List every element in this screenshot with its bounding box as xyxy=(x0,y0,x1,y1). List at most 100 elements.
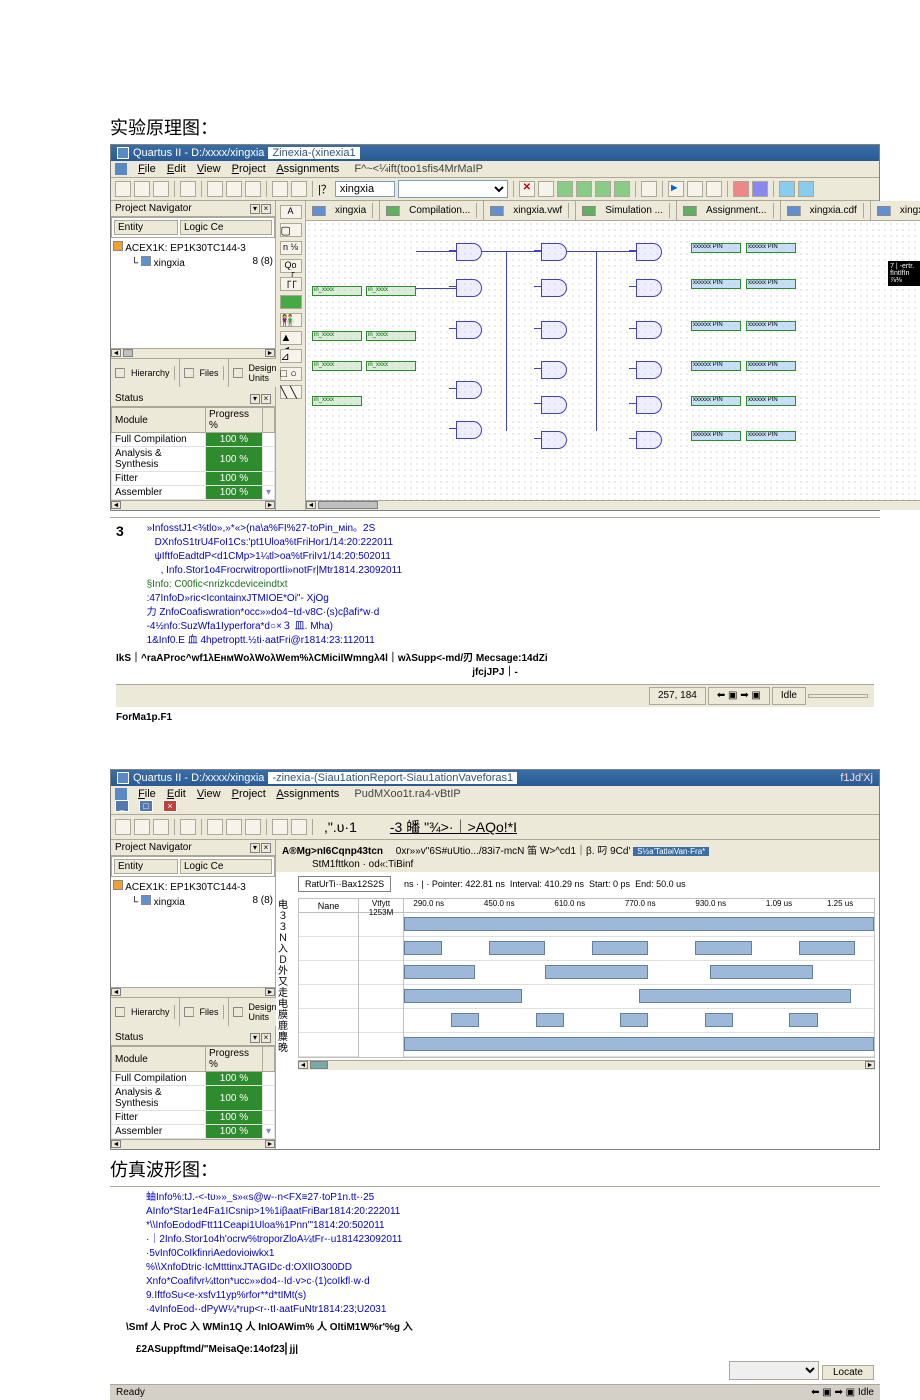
and-gate[interactable] xyxy=(456,381,482,399)
tb-paste[interactable] xyxy=(245,181,261,197)
output-pin[interactable]: xxxxxx PIN xyxy=(691,431,741,441)
tb-b1[interactable] xyxy=(752,181,768,197)
menu-assignments[interactable]: Assignments xyxy=(276,788,339,800)
menu-project[interactable]: Project xyxy=(232,788,266,800)
input-pin[interactable]: in_xxxx xyxy=(366,286,416,296)
output-pin[interactable]: xxxxxx PIN xyxy=(746,243,796,253)
tool-grn[interactable] xyxy=(280,295,302,309)
and-gate[interactable] xyxy=(636,396,662,414)
output-pin[interactable]: xxxxxx PIN xyxy=(746,279,796,289)
and-gate[interactable] xyxy=(541,396,567,414)
tb-x[interactable]: ✕ xyxy=(519,181,535,197)
entity-name[interactable]: xingxia xyxy=(154,258,185,269)
project-input[interactable] xyxy=(335,181,395,197)
signal-name[interactable] xyxy=(299,1009,358,1033)
tb-redo[interactable] xyxy=(291,181,307,197)
tab-assignment[interactable]: Assignment... xyxy=(677,201,781,220)
nav-tree[interactable]: ACEX1K: EP1K30TC144-3 └ xingxia8 (8) xyxy=(111,877,275,987)
tb-save[interactable] xyxy=(153,181,169,197)
and-gate[interactable] xyxy=(636,279,662,297)
and-gate[interactable] xyxy=(636,243,662,261)
col-module[interactable]: Module xyxy=(112,408,206,433)
tab-files[interactable]: Files xyxy=(180,998,229,1026)
close-btn[interactable]: × xyxy=(163,800,177,812)
waveform-traces[interactable]: 290.0 ns 450.0 ns 610.0 ns 770.0 ns 930.… xyxy=(404,899,874,1057)
menu-edit[interactable]: Edit xyxy=(167,163,186,175)
tb-g1[interactable] xyxy=(557,181,573,197)
signal-name[interactable] xyxy=(299,913,358,937)
tab-hierarchy[interactable]: Hierarchy xyxy=(111,359,180,387)
col-logic[interactable]: Logic Ce xyxy=(180,220,272,235)
input-pin[interactable]: in_xxxx xyxy=(312,331,362,341)
and-gate[interactable] xyxy=(541,321,567,339)
tb-print[interactable] xyxy=(180,819,196,835)
tool-qo[interactable]: Qo「 xyxy=(280,259,302,273)
tb-g3[interactable] xyxy=(595,181,611,197)
and-gate[interactable] xyxy=(456,421,482,439)
and-gate[interactable] xyxy=(636,431,662,449)
tb-redo[interactable] xyxy=(291,819,307,835)
tab-hierarchy[interactable]: Hierarchy xyxy=(111,998,180,1026)
tb-undo[interactable] xyxy=(272,819,288,835)
nav-icons[interactable]: ⬅ ▣ ➡ ▣ xyxy=(708,687,770,705)
output-pin[interactable]: xxxxxx PIN xyxy=(746,396,796,406)
tb-open[interactable] xyxy=(134,819,150,835)
tab-compilation[interactable]: Compilation... xyxy=(380,201,484,220)
tool-rect[interactable]: ▢ xyxy=(280,223,302,237)
min-btn[interactable]: _ xyxy=(115,800,129,812)
locate-button[interactable]: Locate xyxy=(822,1365,874,1380)
wf-hscroll[interactable]: ◄► xyxy=(298,1060,875,1070)
tab-vwf[interactable]: xingxia.vwf xyxy=(484,201,576,220)
tb-cut[interactable] xyxy=(207,181,223,197)
tb-cut[interactable] xyxy=(207,819,223,835)
and-gate[interactable] xyxy=(541,243,567,261)
tb-copy[interactable] xyxy=(226,181,242,197)
tab-cdf1[interactable]: xingxia.cdf xyxy=(781,201,871,220)
tab-xingxia[interactable]: xingxia xyxy=(306,201,380,220)
output-pin[interactable]: xxxxxx PIN xyxy=(746,361,796,371)
tool-line[interactable]: ╲ ╲ xyxy=(280,385,302,399)
and-gate[interactable] xyxy=(541,431,567,449)
and-gate[interactable] xyxy=(541,361,567,379)
tool-n[interactable]: n ⅛ xyxy=(280,241,302,255)
tb-save[interactable] xyxy=(153,819,169,835)
menu-file[interactable]: FFileile xyxy=(138,163,156,175)
menu-assignments[interactable]: Assignments xyxy=(276,163,339,175)
tb-open[interactable] xyxy=(134,181,150,197)
and-gate[interactable] xyxy=(636,321,662,339)
input-pin[interactable]: in_xxxx xyxy=(312,361,362,371)
output-pin[interactable]: xxxxxx PIN xyxy=(746,431,796,441)
tool-br[interactable]: 「「 xyxy=(280,277,302,291)
menu-view[interactable]: View xyxy=(197,163,221,175)
input-pin[interactable]: in_xxxx xyxy=(312,396,362,406)
signal-name[interactable] xyxy=(299,985,358,1009)
and-gate[interactable] xyxy=(456,321,482,339)
output-pin[interactable]: xxxxxx PIN xyxy=(691,243,741,253)
output-pin[interactable]: xxxxxx PIN xyxy=(746,321,796,331)
tb-stop[interactable] xyxy=(641,181,657,197)
output-pin[interactable]: xxxxxx PIN xyxy=(691,321,741,331)
signal-name[interactable] xyxy=(299,1033,358,1057)
tb-new[interactable] xyxy=(115,181,131,197)
and-gate[interactable] xyxy=(636,361,662,379)
tool-find[interactable]: 👫 xyxy=(280,313,302,327)
col-entity[interactable]: Entity xyxy=(114,220,178,235)
tool-tri[interactable]: ▲ ◀ xyxy=(280,331,302,345)
tb-new[interactable] xyxy=(115,819,131,835)
tb-copy[interactable] xyxy=(226,819,242,835)
tb-print[interactable] xyxy=(180,181,196,197)
tb-c2[interactable] xyxy=(798,181,814,197)
menu-project[interactable]: Project xyxy=(232,163,266,175)
output-pin[interactable]: xxxxxx PIN xyxy=(691,279,741,289)
tb-c1[interactable] xyxy=(779,181,795,197)
col-progress[interactable]: Progress % xyxy=(205,408,262,433)
canvas-hscroll[interactable]: ◄► xyxy=(306,500,920,510)
nav-tree[interactable]: ACEX1K: EP1K30TC144-3 └ xingxia8 (8) xyxy=(111,238,275,348)
and-gate[interactable] xyxy=(456,279,482,297)
tb-t1[interactable] xyxy=(687,181,703,197)
output-pin[interactable]: xxxxxx PIN xyxy=(691,396,741,406)
tool-a2[interactable]: ⊿ xyxy=(280,349,302,363)
status-scroll[interactable]: ◄► xyxy=(111,500,275,510)
tb-g2[interactable] xyxy=(576,181,592,197)
output-pin[interactable]: xxxxxx PIN xyxy=(691,361,741,371)
